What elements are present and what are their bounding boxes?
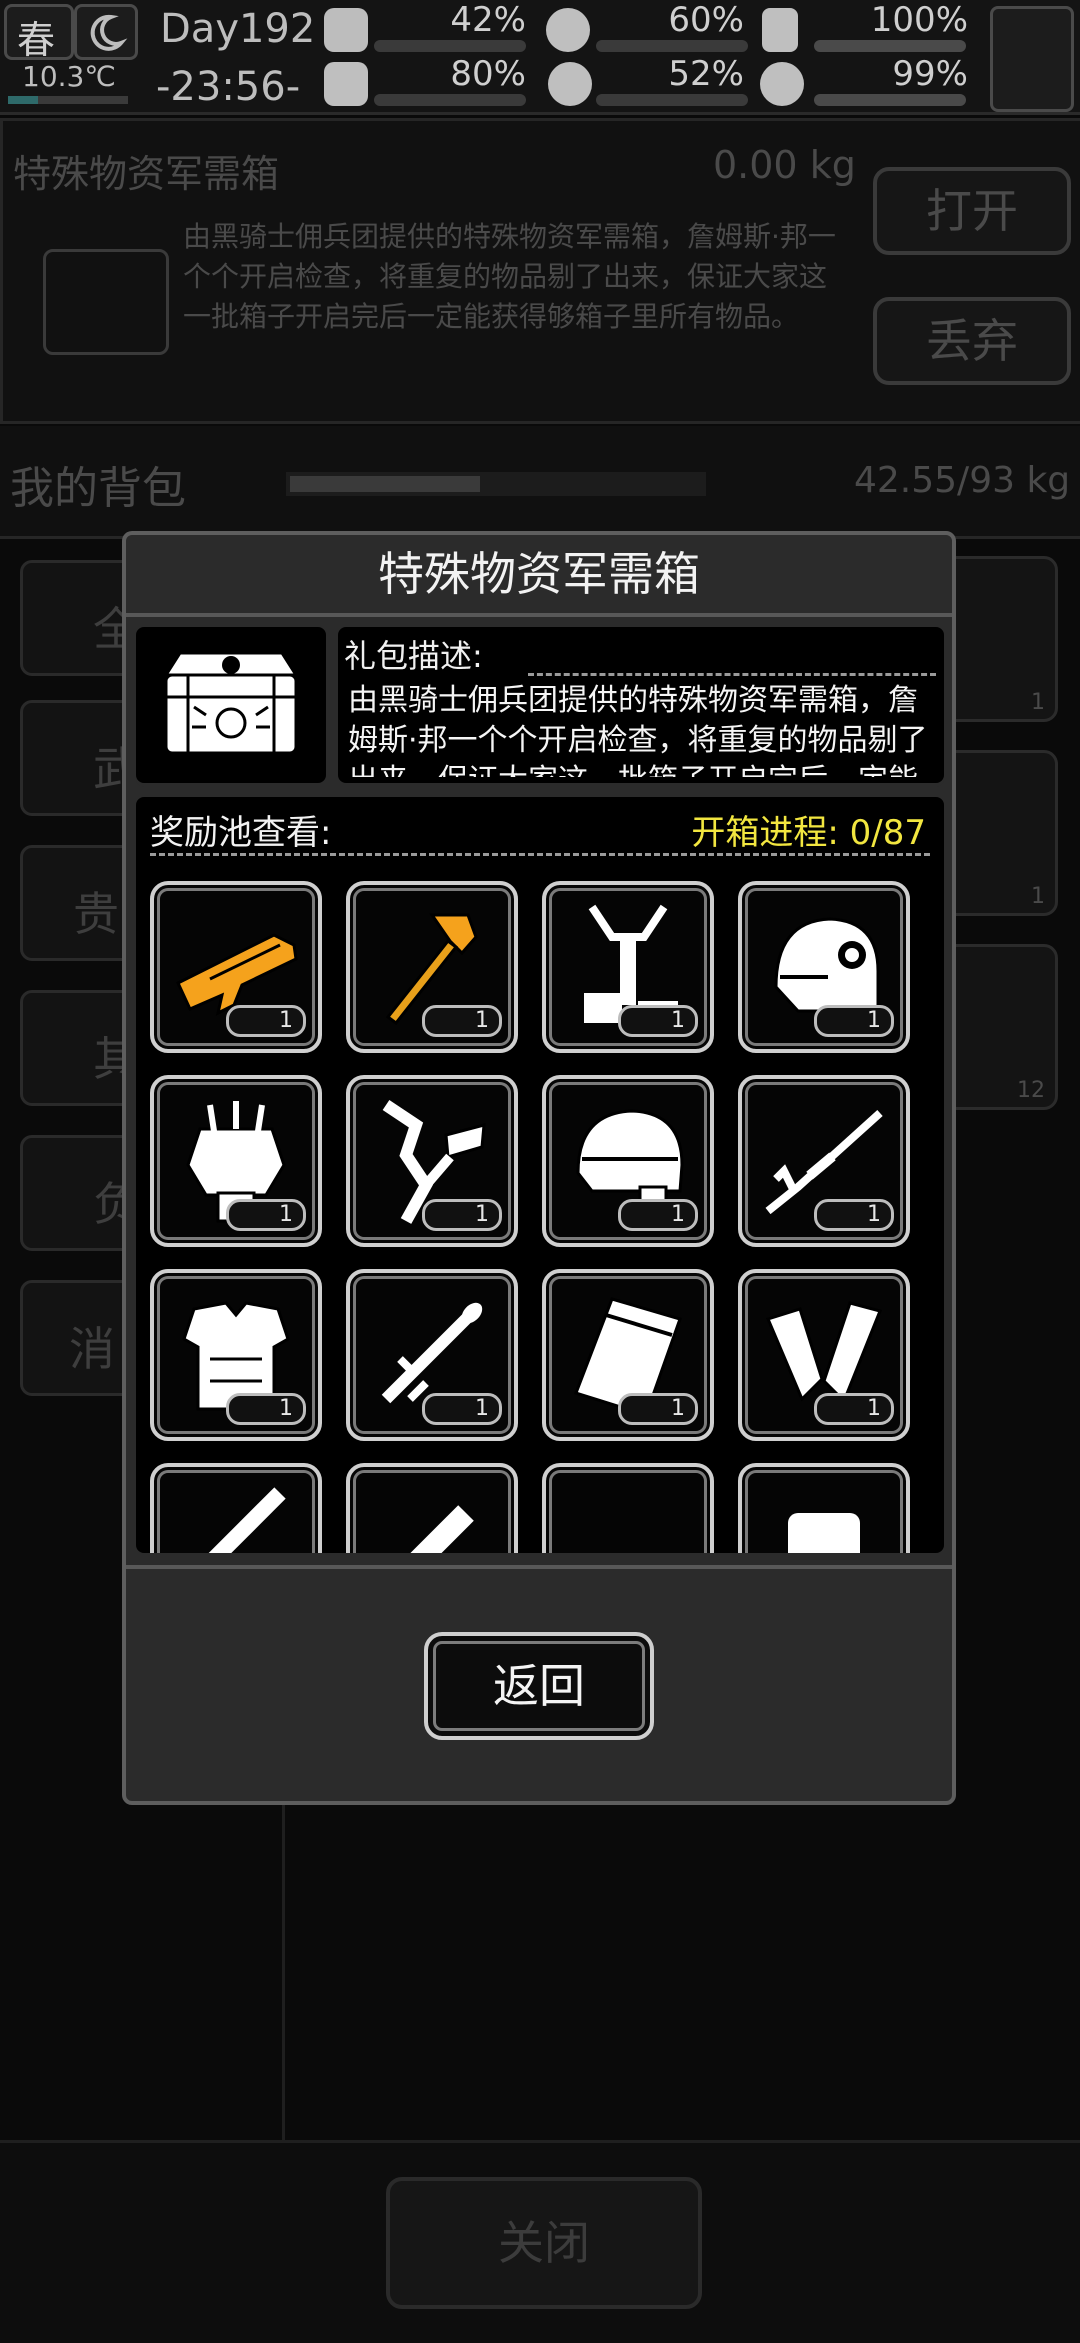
reward-slot[interactable]: 1 (150, 881, 322, 1053)
reward-count: 1 (814, 1005, 894, 1037)
crate-icon (43, 249, 169, 355)
reward-slot[interactable]: 1 (346, 881, 518, 1053)
close-button[interactable]: 关闭 (386, 2177, 702, 2309)
mood-value: 99% (892, 54, 968, 94)
reward-slot[interactable]: 1 (346, 1269, 518, 1441)
reward-count: 1 (226, 1005, 306, 1037)
dialog-footer-divider (126, 1565, 952, 1569)
bottom-bar: 关闭 (0, 2140, 1080, 2343)
reward-pool-dialog: 特殊物资军需箱 礼包描述: 由黑骑士佣兵团提供的特殊物资军需箱，詹姆斯·邦一个个… (122, 531, 956, 1805)
water-drop-icon (548, 62, 592, 106)
reward-count: 1 (618, 1005, 698, 1037)
mood-bar (814, 94, 966, 106)
backpack-capacity-fill (290, 476, 480, 492)
heart-icon (760, 62, 804, 106)
slot-count: 1 (1031, 884, 1045, 909)
open-button[interactable]: 打开 (873, 167, 1071, 255)
reward-slot[interactable]: 1 (542, 881, 714, 1053)
description-box: 礼包描述: 由黑骑士佣兵团提供的特殊物资军需箱，詹姆斯·邦一个个开启检查，将重复… (338, 627, 944, 783)
backpack-title: 我的背包 (10, 463, 186, 514)
status-bar: 春 Day192 10.3℃ -23:56- 42% 60% 100% 80% … (0, 0, 1080, 115)
reward-count: 1 (814, 1199, 894, 1231)
reward-count: 1 (618, 1393, 698, 1425)
inventory-slot[interactable]: 1 (940, 750, 1058, 916)
heavy-rifle-icon (562, 1483, 694, 1553)
minigun-icon (208, 1487, 286, 1553)
reward-count: 1 (226, 1199, 306, 1231)
reward-count: 1 (422, 1005, 502, 1037)
stomach-icon (546, 8, 590, 52)
battery-icon (762, 8, 798, 52)
slot-count: 12 (1017, 1078, 1045, 1103)
reward-pool-divider (150, 853, 930, 856)
clock: -23:56- (156, 64, 301, 110)
reward-count: 1 (226, 1393, 306, 1425)
description-section: 礼包描述: 由黑骑士佣兵团提供的特殊物资军需箱，詹姆斯·邦一个个开启检查，将重复… (136, 627, 944, 787)
item-description: 由黑骑士佣兵团提供的特殊物资军需箱，詹姆斯·邦一个个开启检查，将重复的物品剔了出… (183, 220, 836, 333)
day-counter: Day192 (160, 6, 316, 52)
hunger-value: 60% (668, 0, 744, 40)
slot-count: 1 (1031, 690, 1045, 715)
reward-grid: 1 1 1 1 1 1 1 1 1 1 1 1 (136, 867, 944, 1553)
health-bar (374, 40, 526, 52)
reward-slot[interactable]: 1 (150, 1075, 322, 1247)
backpack-header: 我的背包 42.55/93 kg (0, 426, 1080, 539)
backpack-icon (788, 1513, 860, 1553)
reward-slot[interactable]: 1 (738, 881, 910, 1053)
stamina-bar (374, 94, 526, 106)
temperature: 10.3℃ (22, 60, 116, 93)
item-detail-panel: 特殊物资军需箱 0.00 kg 由黑骑士佣兵团提供的特殊物资军需箱，詹姆斯·邦一… (0, 118, 1080, 424)
reward-slot[interactable]: 1 (542, 1075, 714, 1247)
reward-count: 1 (814, 1393, 894, 1425)
crate-image (136, 627, 326, 783)
medkit-icon (324, 8, 368, 52)
thirst-value: 52% (668, 54, 744, 94)
season-badge: 春 (4, 4, 74, 62)
temperature-bar-fill (8, 96, 38, 104)
description-divider (528, 673, 936, 676)
description-label: 礼包描述: (344, 637, 483, 675)
reward-slot[interactable]: 1 (738, 1269, 910, 1441)
reward-slot[interactable] (346, 1463, 518, 1553)
back-button[interactable]: 返回 (424, 1632, 654, 1740)
reward-slot[interactable]: 1 (542, 1269, 714, 1441)
moon-icon (74, 4, 138, 60)
boot-icon (324, 62, 368, 106)
reward-count: 1 (422, 1199, 502, 1231)
discard-button[interactable]: 丢弃 (873, 297, 1071, 385)
reward-count: 1 (422, 1393, 502, 1425)
energy-bar (814, 40, 966, 52)
menu-button[interactable] (990, 6, 1074, 112)
crate-icon (163, 651, 299, 755)
hunger-bar (596, 40, 748, 52)
inventory-slot[interactable]: 12 (940, 944, 1058, 1110)
reward-slot[interactable]: 1 (150, 1269, 322, 1441)
open-progress: 开箱进程: 0/87 (691, 813, 926, 853)
item-weight: 0.00 kg (713, 143, 856, 187)
reward-slot[interactable]: 1 (738, 1075, 910, 1247)
dialog-title: 特殊物资军需箱 (126, 535, 952, 617)
reward-pool-section: 奖励池查看: 开箱进程: 0/87 1 1 1 1 1 1 1 1 1 1 1 … (136, 797, 944, 1553)
reward-slot[interactable]: 1 (346, 1075, 518, 1247)
reward-slot[interactable] (542, 1463, 714, 1553)
description-text: 由黑骑士佣兵团提供的特殊物资军需箱，詹姆斯·邦一个个开启检查，将重复的物品剔了出… (348, 683, 928, 777)
reward-pool-label: 奖励池查看: (150, 813, 332, 853)
energy-value: 100% (870, 0, 968, 40)
stamina-value: 80% (450, 54, 526, 94)
reward-slot[interactable] (150, 1463, 322, 1553)
health-value: 42% (450, 0, 526, 40)
season-label: 春 (17, 18, 56, 62)
reward-slot[interactable] (738, 1463, 910, 1553)
backpack-weight: 42.55/93 kg (854, 460, 1071, 501)
reward-count: 1 (618, 1199, 698, 1231)
inventory-slot[interactable]: 1 (940, 556, 1058, 722)
spiked-club-icon (410, 1505, 474, 1553)
item-name: 特殊物资军需箱 (13, 152, 280, 196)
thirst-bar (596, 94, 748, 106)
